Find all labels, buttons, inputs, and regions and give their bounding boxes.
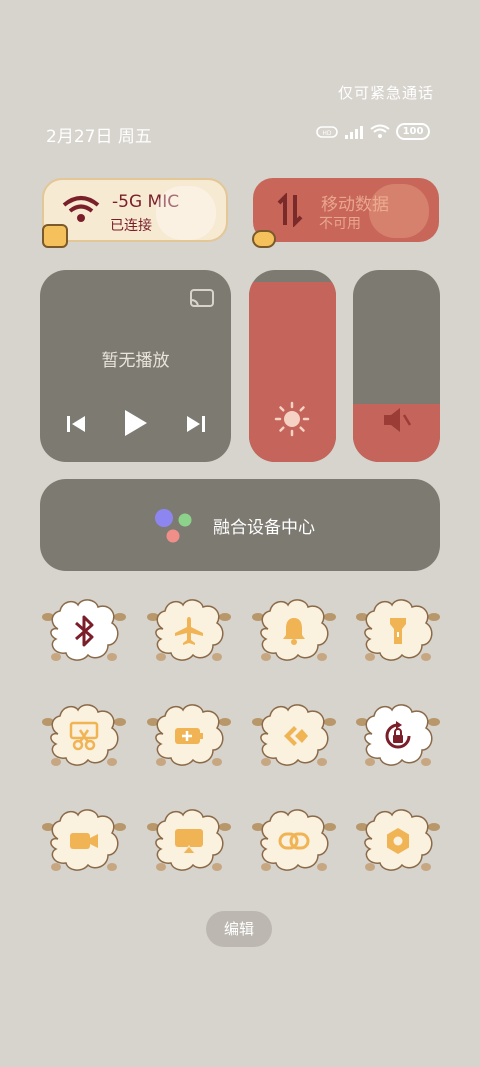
- airplane-icon: [175, 617, 203, 645]
- sheep-mascot-image: [156, 186, 216, 240]
- sheep-mascot-image: [369, 184, 429, 238]
- wifi-icon: [62, 196, 100, 222]
- toggle-tile-bluetooth[interactable]: [42, 595, 126, 667]
- toggle-tile-screen-record[interactable]: [42, 805, 126, 877]
- signal-icon: [345, 125, 363, 139]
- flashlight-icon: [390, 618, 406, 644]
- toggle-tile-link[interactable]: [252, 805, 336, 877]
- mobile-data-status: 不可用: [319, 216, 361, 232]
- mobile-data-toggle-tile[interactable]: 移动数据 不可用: [253, 178, 439, 242]
- battery-saver-icon: [175, 728, 203, 744]
- battery-indicator: 100: [396, 123, 430, 140]
- status-icons: HD 100: [316, 123, 430, 140]
- edit-button[interactable]: 编辑: [206, 911, 272, 947]
- cast-icon: [175, 829, 203, 853]
- hd-icon: HD: [316, 125, 338, 138]
- date-text: 2月27日 周五: [46, 127, 152, 147]
- device-center-button[interactable]: 融合设备中心: [40, 479, 440, 571]
- rotation-lock-icon: [385, 721, 411, 749]
- screenshot-scissors-icon: [69, 721, 99, 751]
- device-center-label: 融合设备中心: [213, 518, 315, 538]
- screen-record-icon: [70, 833, 98, 849]
- brightness-icon: [274, 401, 310, 437]
- wifi-toggle-tile[interactable]: -5G MIC 已连接: [42, 178, 228, 242]
- bluetooth-icon: [75, 615, 94, 647]
- media-player-card[interactable]: 暂无播放: [40, 270, 231, 462]
- coin-decoration-icon: [42, 224, 68, 248]
- toggle-tile-airplane[interactable]: [147, 595, 231, 667]
- next-track-icon[interactable]: [186, 414, 206, 434]
- previous-track-icon[interactable]: [66, 414, 86, 434]
- device-center-icon: [155, 509, 192, 543]
- bell-icon: [283, 618, 305, 645]
- toggle-tile-battery-saver[interactable]: [147, 700, 231, 772]
- toggle-tile-screenshot-scissors[interactable]: [42, 700, 126, 772]
- toggle-tile-rotation-lock[interactable]: [356, 700, 440, 772]
- brightness-slider[interactable]: [249, 270, 336, 462]
- cast-screen-icon[interactable]: [189, 288, 215, 310]
- wifi-status-icon: [370, 124, 390, 138]
- toggle-tile-connect[interactable]: [252, 700, 336, 772]
- toggle-tile-settings-hex[interactable]: [356, 805, 440, 877]
- connect-icon: [284, 726, 308, 746]
- data-transfer-icon: [277, 193, 303, 227]
- gold-ingot-icon: [252, 230, 276, 248]
- svg-text:HD: HD: [322, 130, 332, 137]
- play-icon[interactable]: [123, 408, 149, 438]
- emergency-call-text: 仅可紧急通话: [337, 84, 434, 102]
- media-title: 暂无播放: [101, 351, 170, 371]
- toggle-tile-bell[interactable]: [252, 595, 336, 667]
- speaker-muted-icon: [384, 408, 412, 432]
- link-icon: [278, 832, 310, 850]
- wifi-status: 已连接: [110, 218, 152, 234]
- volume-slider[interactable]: [353, 270, 440, 462]
- toggle-tile-flashlight[interactable]: [356, 595, 440, 667]
- settings-hex-icon: [387, 828, 409, 854]
- toggle-tile-cast[interactable]: [147, 805, 231, 877]
